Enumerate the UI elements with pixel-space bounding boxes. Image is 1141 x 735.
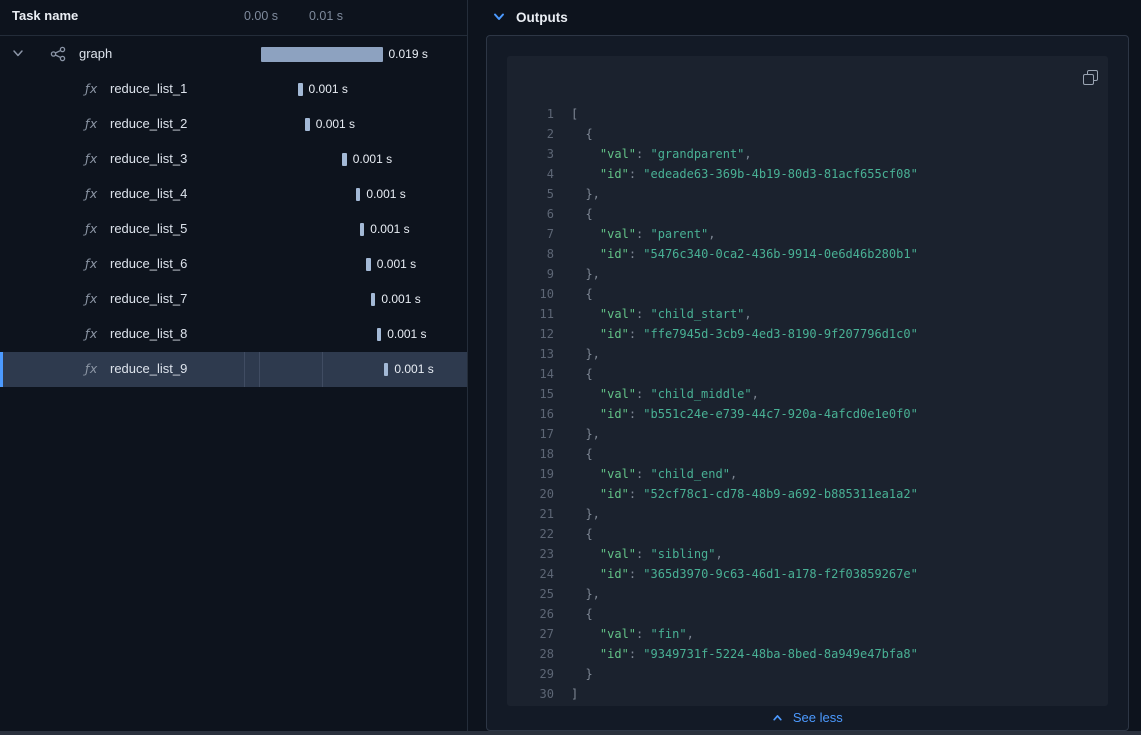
fx-icon: ƒx (85, 116, 98, 131)
code-line: 17 }, (539, 427, 600, 441)
code-line: 28 "id": "9349731f-5224-48ba-8bed-8a949e… (539, 647, 918, 661)
chevron-down-icon[interactable] (493, 11, 505, 23)
duration-label: 0.001 s (381, 292, 421, 306)
code-line: 27 "val": "fin", (539, 627, 694, 641)
task-rows: graph 0.019 s ƒx reduce_list_1 0.001 s ƒ… (0, 37, 467, 387)
duration-bar (298, 83, 303, 96)
copy-icon[interactable] (1080, 69, 1100, 89)
task-name: reduce_list_7 (110, 291, 188, 306)
task-name: graph (79, 46, 113, 61)
code-line: 6 { (546, 207, 593, 221)
duration-bar (359, 223, 365, 236)
task-name: reduce_list_5 (110, 221, 188, 236)
code-line: 1[ (546, 107, 579, 121)
code-line: 13 }, (539, 347, 600, 361)
duration-bar (261, 47, 383, 62)
duration-bar (366, 258, 371, 271)
fx-icon: ƒx (85, 291, 98, 306)
graph-icon (50, 46, 66, 62)
outputs-section-header[interactable]: Outputs (469, 0, 1141, 35)
timeline-header: Task name 0.00 s 0.01 s (0, 0, 467, 36)
code-line: 19 "val": "child_end", (539, 467, 738, 481)
code-line: 21 }, (539, 507, 600, 521)
task-name: reduce_list_4 (110, 186, 188, 201)
task-row[interactable]: graph 0.019 s (0, 37, 467, 72)
duration-bar (383, 363, 389, 376)
fx-icon: ƒx (85, 221, 98, 236)
code-line: 4 "id": "edeade63-369b-4b19-80d3-81acf65… (546, 167, 918, 181)
task-name: reduce_list_2 (110, 116, 188, 131)
code-line: 12 "id": "ffe7945d-3cb9-4ed3-8190-9f2077… (539, 327, 918, 341)
code-line: 23 "val": "sibling", (539, 547, 723, 561)
duration-label: 0.001 s (308, 82, 348, 96)
code-lines: 1[ 2 { 3 "val": "grandparent", 4 "id": "ede… (507, 104, 1108, 704)
code-line: 8 "id": "5476c340-0ca2-436b-9914-0e6d46b… (546, 247, 918, 261)
fx-icon: ƒx (85, 326, 98, 341)
see-less-button[interactable]: See less (487, 710, 1128, 725)
outputs-title: Outputs (516, 10, 568, 25)
outputs-card: 1[ 2 { 3 "val": "grandparent", 4 "id": "ede… (486, 35, 1129, 731)
code-line: 2 { (546, 127, 593, 141)
code-line: 22 { (539, 527, 593, 541)
task-row[interactable]: ƒx reduce_list_4 0.001 s (0, 177, 467, 212)
duration-bar (305, 118, 310, 131)
task-row[interactable]: ƒx reduce_list_7 0.001 s (0, 282, 467, 317)
task-row[interactable]: ƒx reduce_list_2 0.001 s (0, 107, 467, 142)
code-line: 18 { (539, 447, 593, 461)
task-name: reduce_list_6 (110, 256, 188, 271)
horizontal-scrollbar[interactable] (0, 731, 1141, 735)
task-row[interactable]: ƒx reduce_list_1 0.001 s (0, 72, 467, 107)
task-name: reduce_list_3 (110, 151, 188, 166)
fx-icon: ƒx (85, 81, 98, 96)
duration-label: 0.001 s (366, 187, 406, 201)
time-axis-tick: 0.01 s (308, 9, 344, 23)
task-row[interactable]: ƒx reduce_list_8 0.001 s (0, 317, 467, 352)
code-line: 16 "id": "b551c24e-e739-44c7-920a-4afcd0… (539, 407, 918, 421)
task-row[interactable]: ƒx reduce_list_6 0.001 s (0, 247, 467, 282)
code-line: 9 }, (546, 267, 600, 281)
code-line: 20 "id": "52cf78c1-cd78-48b9-a692-b88531… (539, 487, 918, 501)
code-line: 11 "val": "child_start", (539, 307, 752, 321)
task-row[interactable]: ƒx reduce_list_5 0.001 s (0, 212, 467, 247)
task-timeline-panel: Task name 0.00 s 0.01 s graph 0.019 s ƒx… (0, 0, 468, 735)
code-line: 10 { (539, 287, 593, 301)
task-name: reduce_list_9 (110, 361, 188, 376)
code-line: 5 }, (546, 187, 600, 201)
duration-bar (355, 188, 361, 201)
chevron-down-icon[interactable] (12, 47, 24, 59)
fx-icon: ƒx (85, 186, 98, 201)
chevron-up-icon (772, 713, 783, 723)
duration-bar (376, 328, 382, 341)
duration-label: 0.001 s (394, 362, 434, 376)
duration-label: 0.001 s (370, 222, 410, 236)
outputs-panel: Outputs 1[ 2 { 3 "val": "grandparent", 4 "i… (469, 0, 1141, 735)
task-name-column-header: Task name (12, 8, 79, 23)
fx-icon: ƒx (85, 151, 98, 166)
code-line: 26 { (539, 607, 593, 621)
code-line: 30] (539, 687, 579, 701)
time-axis-tick: 0.00 s (243, 9, 279, 23)
task-row[interactable]: ƒx reduce_list_9 0.001 s (0, 352, 467, 387)
task-row[interactable]: ƒx reduce_list_3 0.001 s (0, 142, 467, 177)
see-less-label: See less (792, 710, 843, 725)
duration-label: 0.001 s (315, 117, 356, 131)
duration-label: 0.001 s (387, 327, 427, 341)
code-line: 14 { (539, 367, 593, 381)
duration-label: 0.019 s (388, 47, 428, 61)
fx-icon: ƒx (85, 256, 98, 271)
code-line: 25 }, (539, 587, 600, 601)
fx-icon: ƒx (85, 361, 98, 376)
code-line: 15 "val": "child_middle", (539, 387, 759, 401)
code-line: 7 "val": "parent", (546, 227, 716, 241)
task-name: reduce_list_1 (110, 81, 188, 96)
json-output-codeblock: 1[ 2 { 3 "val": "grandparent", 4 "id": "ede… (507, 56, 1108, 706)
code-line: 29 } (539, 667, 593, 681)
duration-label: 0.001 s (352, 152, 393, 166)
duration-label: 0.001 s (376, 257, 417, 271)
code-line: 3 "val": "grandparent", (546, 147, 752, 161)
code-line: 24 "id": "365d3970-9c63-46d1-a178-f2f038… (539, 567, 918, 581)
duration-bar (342, 153, 347, 166)
task-name: reduce_list_8 (110, 326, 188, 341)
duration-bar (370, 293, 376, 306)
